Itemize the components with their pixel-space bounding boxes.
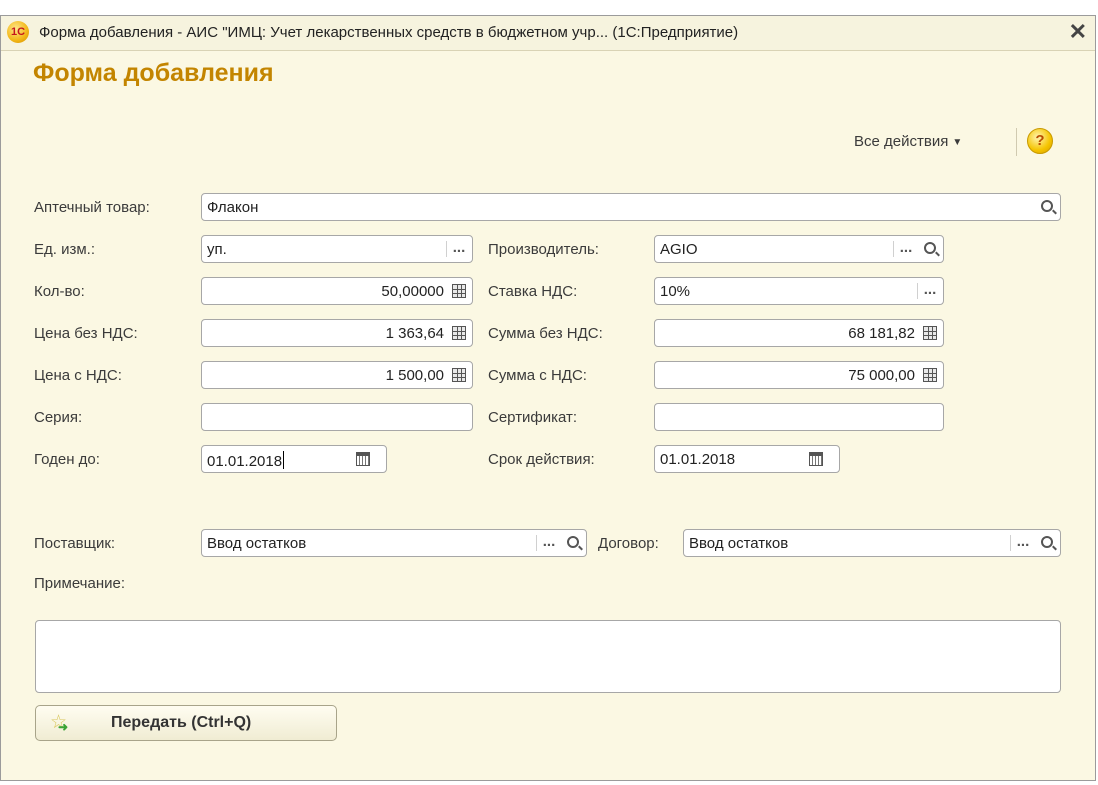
sum-vat-field[interactable]: 75 000,00 <box>654 361 944 389</box>
expiry-value: 01.01.2018 <box>207 453 283 470</box>
product-label: Аптечный товар: <box>34 199 150 216</box>
form-heading: Форма добавления <box>33 59 274 87</box>
price-no-vat-field[interactable]: 1 363,64 <box>201 319 473 347</box>
sum-no-vat-field[interactable]: 68 181,82 <box>654 319 944 347</box>
select-button[interactable]: ... <box>1010 531 1036 555</box>
help-icon[interactable]: ? <box>1027 128 1053 154</box>
calculator-icon[interactable] <box>452 284 466 298</box>
supplier-field[interactable]: Ввод остатков ... <box>201 529 587 557</box>
note-textarea[interactable] <box>35 620 1061 693</box>
search-icon[interactable] <box>1036 195 1058 219</box>
form-window: 1С Форма добавления - АИС "ИМЦ: Учет лек… <box>0 15 1096 781</box>
certificate-label: Сертификат: <box>488 409 578 426</box>
vat-rate-value: 10% <box>660 283 691 300</box>
vat-rate-label: Ставка НДС: <box>488 283 578 300</box>
send-button-label: Передать (Ctrl+Q) <box>111 714 252 731</box>
sum-no-vat-value: 68 181,82 <box>848 325 915 342</box>
calculator-icon[interactable] <box>452 326 466 340</box>
all-actions-label: Все действия <box>854 133 949 150</box>
sum-vat-value: 75 000,00 <box>848 367 915 384</box>
title-bar: 1С Форма добавления - АИС "ИМЦ: Учет лек… <box>1 16 1095 51</box>
toolbar-divider <box>1016 128 1017 156</box>
contract-field[interactable]: Ввод остатков ... <box>683 529 1061 557</box>
expiry-value-wrap: 01.01.2018 <box>207 451 285 470</box>
unit-label: Ед. изм.: <box>34 241 95 258</box>
calculator-icon[interactable] <box>452 368 466 382</box>
sum-vat-label: Сумма с НДС: <box>488 367 587 384</box>
note-label: Примечание: <box>34 575 125 592</box>
validity-value: 01.01.2018 <box>660 451 736 468</box>
window-title: Форма добавления - АИС "ИМЦ: Учет лекарс… <box>39 24 739 41</box>
calendar-icon[interactable] <box>809 452 823 466</box>
validity-field[interactable]: 01.01.2018 <box>654 445 840 473</box>
series-field[interactable] <box>201 403 473 431</box>
contract-value: Ввод остатков <box>689 535 789 552</box>
unit-field[interactable]: уп. ... <box>201 235 473 263</box>
select-button[interactable]: ... <box>446 237 472 261</box>
select-button[interactable]: ... <box>917 279 943 303</box>
product-value: Флакон <box>207 199 259 216</box>
quantity-value: 50,00000 <box>381 283 444 300</box>
price-vat-value: 1 500,00 <box>385 367 444 384</box>
app-1c-icon: 1С <box>7 21 29 43</box>
contract-label: Договор: <box>598 535 659 552</box>
price-vat-field[interactable]: 1 500,00 <box>201 361 473 389</box>
quantity-field[interactable]: 50,00000 <box>201 277 473 305</box>
text-cursor <box>283 451 285 469</box>
manufacturer-label: Производитель: <box>488 241 599 258</box>
arrow-right-icon: ➜ <box>58 720 69 734</box>
sum-no-vat-label: Сумма без НДС: <box>488 325 603 342</box>
quantity-label: Кол-во: <box>34 283 85 300</box>
calendar-icon[interactable] <box>356 452 370 466</box>
search-icon[interactable] <box>1036 531 1058 555</box>
unit-value: уп. <box>207 241 227 258</box>
calculator-icon[interactable] <box>923 368 937 382</box>
close-icon[interactable]: ✕ <box>1069 20 1087 44</box>
select-button[interactable]: ... <box>536 531 562 555</box>
supplier-label: Поставщик: <box>34 535 116 552</box>
product-field[interactable]: Флакон <box>201 193 1061 221</box>
calculator-icon[interactable] <box>923 326 937 340</box>
all-actions-menu[interactable]: Все действия ▼ <box>854 133 962 150</box>
search-icon[interactable] <box>562 531 584 555</box>
manufacturer-value: AGIO <box>660 241 698 258</box>
chevron-down-icon: ▼ <box>952 136 963 148</box>
price-no-vat-label: Цена без НДС: <box>34 325 138 342</box>
price-no-vat-value: 1 363,64 <box>385 325 444 342</box>
certificate-field[interactable] <box>654 403 944 431</box>
validity-label: Срок действия: <box>488 451 595 468</box>
price-vat-label: Цена с НДС: <box>34 367 122 384</box>
expiry-label: Годен до: <box>34 451 100 468</box>
expiry-field[interactable]: 01.01.2018 <box>201 445 387 473</box>
search-icon[interactable] <box>919 237 941 261</box>
select-button[interactable]: ... <box>893 237 919 261</box>
send-button[interactable]: ☆ ➜ Передать (Ctrl+Q) <box>35 705 337 741</box>
series-label: Серия: <box>34 409 83 426</box>
supplier-value: Ввод остатков <box>207 535 307 552</box>
vat-rate-field[interactable]: 10% ... <box>654 277 944 305</box>
manufacturer-field[interactable]: AGIO ... <box>654 235 944 263</box>
